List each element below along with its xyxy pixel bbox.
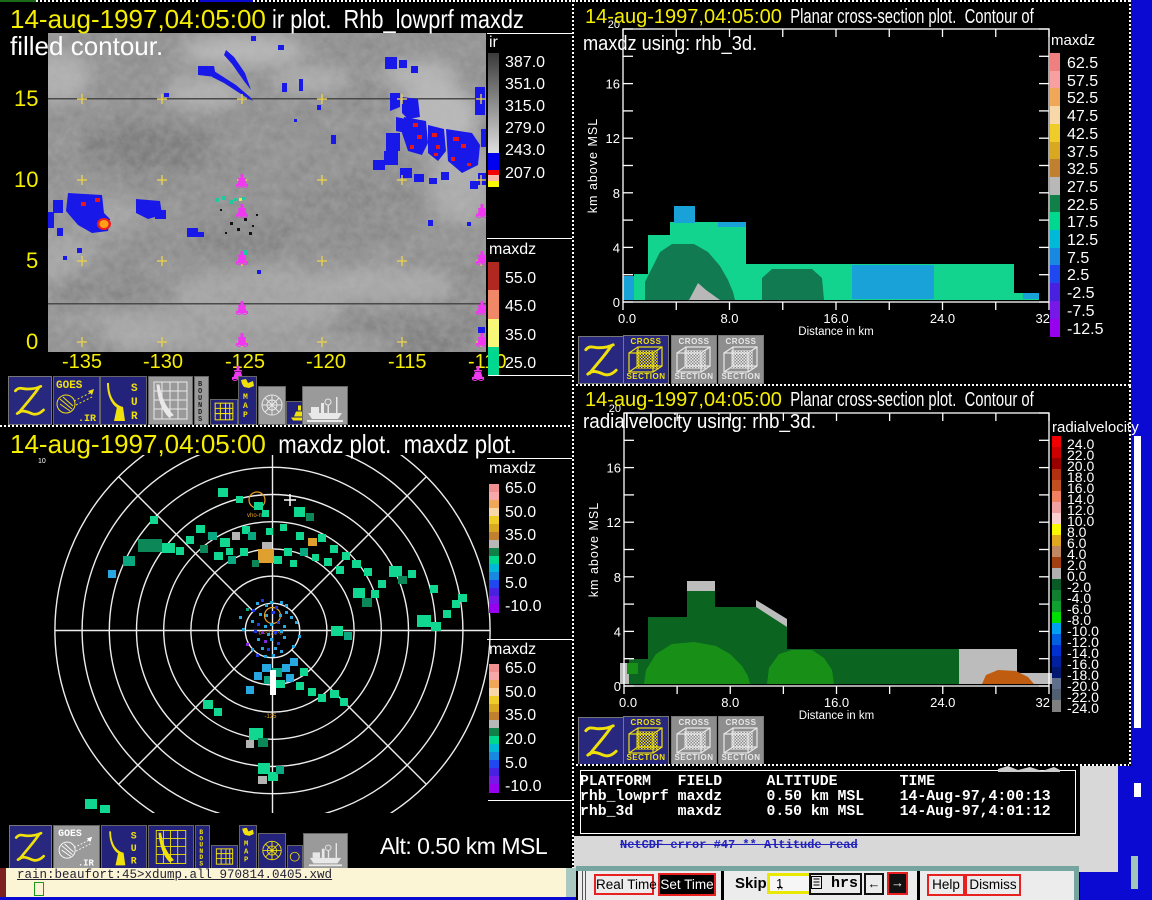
svg-text:S: S bbox=[199, 860, 203, 867]
svg-text:8.0: 8.0 bbox=[720, 311, 738, 326]
svg-text:M: M bbox=[244, 841, 248, 849]
svg-text:U: U bbox=[131, 397, 138, 409]
svg-text:0: 0 bbox=[613, 295, 620, 310]
svg-text:8: 8 bbox=[614, 570, 621, 585]
svg-text:0.0: 0.0 bbox=[618, 311, 636, 326]
svg-text:32: 32 bbox=[1036, 311, 1050, 326]
svg-text:P: P bbox=[243, 411, 248, 420]
svg-text:U: U bbox=[131, 843, 137, 854]
svg-text:12: 12 bbox=[607, 515, 621, 530]
svg-text:.IR: .IR bbox=[78, 858, 95, 868]
svg-text:8: 8 bbox=[613, 186, 620, 201]
svg-text:M: M bbox=[243, 393, 248, 402]
svg-text:32: 32 bbox=[1036, 695, 1050, 710]
svg-text:16: 16 bbox=[606, 77, 620, 92]
svg-text:S: S bbox=[198, 416, 202, 424]
svg-text:A: A bbox=[244, 849, 249, 857]
svg-text:16.0: 16.0 bbox=[823, 311, 848, 326]
svg-text:km above MSL: km above MSL bbox=[586, 118, 600, 213]
svg-text:S: S bbox=[131, 831, 137, 842]
svg-text:-125: -125 bbox=[265, 714, 278, 720]
svg-text:4: 4 bbox=[614, 624, 621, 639]
svg-text:A: A bbox=[243, 402, 248, 411]
svg-text:GOES: GOES bbox=[58, 828, 82, 839]
svg-text:24.0: 24.0 bbox=[930, 311, 955, 326]
svg-text:4: 4 bbox=[613, 240, 620, 255]
svg-text:GOES: GOES bbox=[56, 380, 83, 392]
svg-text:16: 16 bbox=[607, 461, 621, 476]
svg-text:0.0: 0.0 bbox=[619, 695, 637, 710]
svg-text:R: R bbox=[131, 411, 138, 423]
svg-text:12: 12 bbox=[606, 131, 620, 146]
svg-text:24.0: 24.0 bbox=[930, 695, 955, 710]
svg-text:P: P bbox=[244, 857, 248, 865]
svg-text:0: 0 bbox=[614, 679, 621, 694]
svg-text:8.0: 8.0 bbox=[721, 695, 739, 710]
svg-text:km above MSL: km above MSL bbox=[587, 502, 601, 597]
svg-text:.IR: .IR bbox=[78, 414, 96, 424]
svg-text:16.0: 16.0 bbox=[824, 695, 849, 710]
svg-text:R: R bbox=[131, 856, 137, 867]
svg-text:S: S bbox=[131, 383, 138, 395]
